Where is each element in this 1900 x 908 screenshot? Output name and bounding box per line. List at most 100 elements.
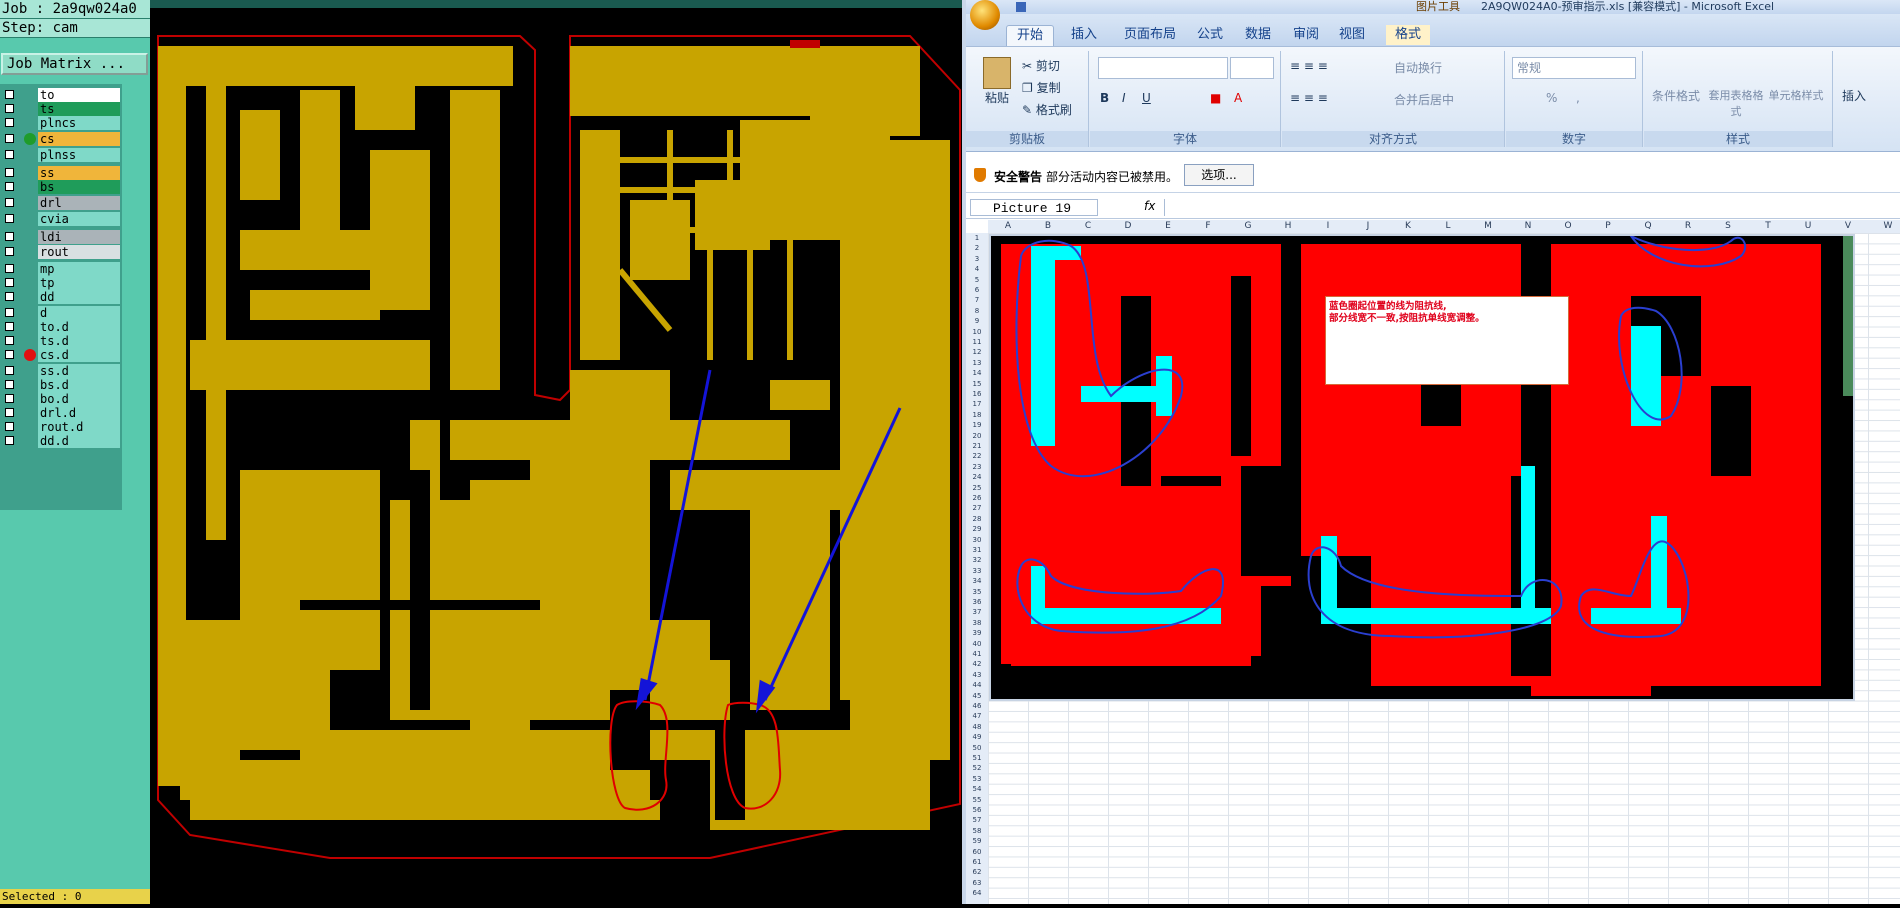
row-number[interactable]: 22 — [966, 451, 988, 461]
column-letter[interactable]: C — [1068, 220, 1108, 233]
layer-checkbox[interactable] — [5, 436, 14, 445]
percent-icon[interactable]: % — [1546, 91, 1557, 105]
row-number[interactable]: 29 — [966, 524, 988, 534]
row-number[interactable]: 5 — [966, 275, 988, 285]
row-number[interactable]: 1 — [966, 233, 988, 243]
layer-row[interactable]: d — [2, 306, 120, 320]
font-size-select[interactable] — [1230, 57, 1274, 79]
row-number[interactable]: 38 — [966, 618, 988, 628]
tab-data[interactable]: 数据 — [1238, 25, 1278, 45]
layer-row[interactable]: bo.d — [2, 392, 120, 406]
column-letter[interactable]: S — [1708, 220, 1748, 233]
security-options-button[interactable]: 选项... — [1184, 164, 1254, 186]
row-number[interactable]: 31 — [966, 545, 988, 555]
column-letter[interactable]: R — [1668, 220, 1708, 233]
quick-access-save-icon[interactable] — [1016, 2, 1026, 12]
layer-checkbox[interactable] — [5, 278, 14, 287]
row-number[interactable]: 45 — [966, 691, 988, 701]
column-letter[interactable]: M — [1468, 220, 1508, 233]
font-color-icon[interactable]: A — [1234, 91, 1242, 105]
row-number[interactable]: 23 — [966, 462, 988, 472]
row-number[interactable]: 49 — [966, 732, 988, 742]
layer-checkbox[interactable] — [5, 322, 14, 331]
row-number[interactable]: 6 — [966, 285, 988, 295]
row-number[interactable]: 3 — [966, 254, 988, 264]
merge-center-button[interactable]: 合并后居中 — [1394, 91, 1454, 108]
cell-styles-button[interactable]: 单元格样式 — [1768, 87, 1824, 103]
italic-button[interactable]: I — [1122, 91, 1126, 105]
row-number[interactable]: 18 — [966, 410, 988, 420]
layer-checkbox[interactable] — [5, 292, 14, 301]
formula-input[interactable] — [1164, 199, 1895, 216]
layer-row[interactable]: tp — [2, 276, 120, 290]
row-number[interactable]: 34 — [966, 576, 988, 586]
row-number[interactable]: 7 — [966, 295, 988, 305]
row-number[interactable]: 60 — [966, 847, 988, 857]
layer-checkbox[interactable] — [5, 214, 14, 223]
row-number[interactable]: 42 — [966, 659, 988, 669]
row-number[interactable]: 13 — [966, 358, 988, 368]
layer-checkbox[interactable] — [5, 168, 14, 177]
column-letter[interactable]: I — [1308, 220, 1348, 233]
row-number[interactable]: 57 — [966, 815, 988, 825]
layer-checkbox[interactable] — [5, 422, 14, 431]
layer-checkbox[interactable] — [5, 90, 14, 99]
row-number[interactable]: 36 — [966, 597, 988, 607]
row-number[interactable]: 8 — [966, 306, 988, 316]
layer-checkbox[interactable] — [5, 336, 14, 345]
row-number[interactable]: 37 — [966, 607, 988, 617]
layer-row[interactable]: ss.d — [2, 364, 120, 378]
row-number[interactable]: 19 — [966, 420, 988, 430]
wrap-text-button[interactable]: 自动换行 — [1394, 59, 1442, 76]
paste-button[interactable]: 粘贴 — [980, 57, 1014, 106]
number-format-select[interactable]: 常规 — [1512, 57, 1636, 79]
row-number[interactable]: 41 — [966, 649, 988, 659]
layer-checkbox[interactable] — [5, 232, 14, 241]
row-number[interactable]: 62 — [966, 867, 988, 877]
layer-checkbox[interactable] — [5, 150, 14, 159]
row-number[interactable]: 20 — [966, 431, 988, 441]
bold-button[interactable]: B — [1100, 91, 1109, 105]
row-number[interactable]: 55 — [966, 795, 988, 805]
row-number[interactable]: 2 — [966, 243, 988, 253]
layer-checkbox[interactable] — [5, 118, 14, 127]
row-number[interactable]: 32 — [966, 555, 988, 565]
column-letter[interactable]: A — [988, 220, 1028, 233]
name-box[interactable]: Picture 19 — [970, 199, 1098, 216]
tab-format[interactable]: 格式 — [1386, 25, 1430, 45]
picture-19[interactable]: 蓝色圈起位置的线为阻抗线, 部分线宽不一致,按阻抗单线宽调整。 — [989, 233, 1855, 701]
row-number[interactable]: 58 — [966, 826, 988, 836]
office-button[interactable] — [970, 0, 1000, 30]
row-number[interactable]: 43 — [966, 670, 988, 680]
row-number[interactable]: 30 — [966, 535, 988, 545]
column-letter[interactable]: P — [1588, 220, 1628, 233]
row-number[interactable]: 21 — [966, 441, 988, 451]
row-number[interactable]: 14 — [966, 368, 988, 378]
layer-checkbox[interactable] — [5, 182, 14, 191]
layer-checkbox[interactable] — [5, 198, 14, 207]
layer-row[interactable]: drl.d — [2, 406, 120, 420]
row-number[interactable]: 48 — [966, 722, 988, 732]
row-number[interactable]: 63 — [966, 878, 988, 888]
layer-row[interactable]: cvia — [2, 212, 120, 226]
layer-row[interactable]: plncs — [2, 116, 120, 130]
layer-checkbox[interactable] — [5, 264, 14, 273]
row-number[interactable]: 12 — [966, 347, 988, 357]
row-number[interactable]: 25 — [966, 483, 988, 493]
cut-button[interactable]: ✂ 剪切 — [1022, 57, 1060, 74]
layer-row[interactable]: mp — [2, 262, 120, 276]
column-letter[interactable]: T — [1748, 220, 1788, 233]
row-number[interactable]: 64 — [966, 888, 988, 898]
layer-row[interactable]: cs.d — [2, 348, 120, 362]
layer-row[interactable]: dd — [2, 290, 120, 304]
column-letter[interactable]: J — [1348, 220, 1388, 233]
column-letter[interactable]: K — [1388, 220, 1428, 233]
layer-row[interactable]: cs — [2, 132, 120, 146]
layer-row[interactable]: ldi — [2, 230, 120, 244]
row-number[interactable]: 59 — [966, 836, 988, 846]
cam-graphic-view[interactable] — [150, 0, 962, 904]
row-number[interactable]: 35 — [966, 587, 988, 597]
column-letter[interactable]: L — [1428, 220, 1468, 233]
layer-row[interactable]: bs — [2, 180, 120, 194]
column-letter[interactable]: H — [1268, 220, 1308, 233]
